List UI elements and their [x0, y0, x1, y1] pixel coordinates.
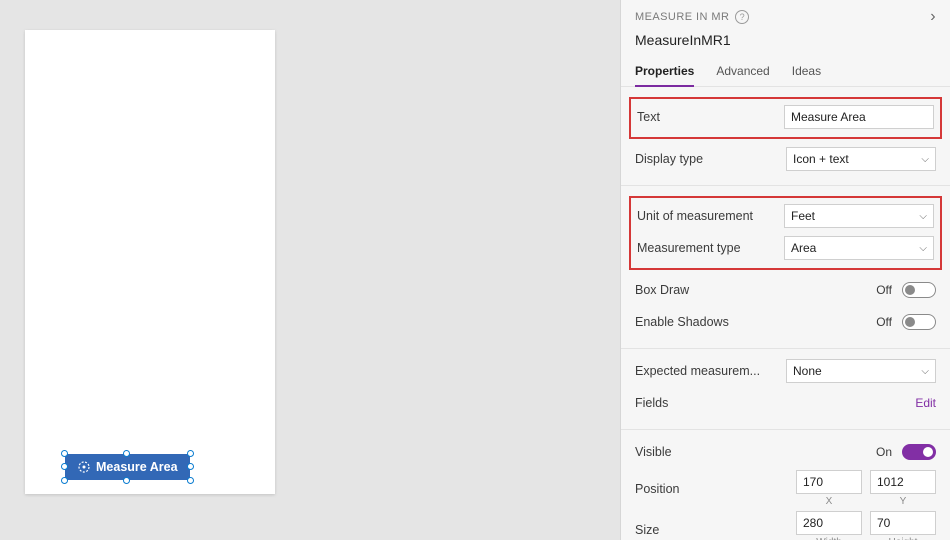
- unit-value: Feet: [791, 209, 815, 223]
- group-measure: Unit of measurement Feet ⌵ Measurement t…: [621, 186, 950, 349]
- tab-ideas[interactable]: Ideas: [792, 64, 821, 86]
- resize-handle[interactable]: [61, 477, 68, 484]
- fields-edit-link[interactable]: Edit: [915, 396, 936, 410]
- meas-type-label: Measurement type: [637, 241, 767, 255]
- chevron-down-icon: ⌵: [919, 211, 927, 222]
- group-layout: Visible On Position X Y: [621, 430, 950, 540]
- measure-icon: [77, 460, 91, 474]
- measure-area-button[interactable]: Measure Area: [65, 454, 190, 480]
- group-expected: Expected measurem... None ⌵ Fields Edit: [621, 349, 950, 430]
- expected-value: None: [793, 364, 822, 378]
- shadows-label: Enable Shadows: [635, 315, 765, 329]
- resize-handle[interactable]: [123, 477, 130, 484]
- width-input[interactable]: [796, 511, 862, 535]
- highlight-measure: Unit of measurement Feet ⌵ Measurement t…: [629, 196, 942, 270]
- pos-x-sublabel: X: [826, 496, 833, 507]
- size-label: Size: [635, 523, 765, 537]
- visible-state: On: [876, 445, 892, 459]
- unit-label: Unit of measurement: [637, 209, 767, 223]
- text-label: Text: [637, 110, 767, 124]
- height-input[interactable]: [870, 511, 936, 535]
- display-type-select[interactable]: Icon + text ⌵: [786, 147, 936, 171]
- position-x-input[interactable]: [796, 470, 862, 494]
- boxdraw-toggle[interactable]: [902, 282, 936, 298]
- position-y-input[interactable]: [870, 470, 936, 494]
- chevron-down-icon: ⌵: [921, 366, 929, 377]
- visible-toggle[interactable]: [902, 444, 936, 460]
- resize-handle[interactable]: [187, 463, 194, 470]
- chevron-down-icon: ⌵: [921, 154, 929, 165]
- help-icon[interactable]: ?: [735, 10, 749, 24]
- meas-type-select[interactable]: Area ⌵: [784, 236, 934, 260]
- shadows-state: Off: [876, 315, 892, 329]
- unit-select[interactable]: Feet ⌵: [784, 204, 934, 228]
- properties-panel: MEASURE IN MR ? › MeasureInMR1 Propertie…: [620, 0, 950, 540]
- position-label: Position: [635, 482, 765, 496]
- panel-header: MEASURE IN MR ? › MeasureInMR1: [621, 0, 950, 52]
- tab-bar: Properties Advanced Ideas: [621, 52, 950, 87]
- pos-y-sublabel: Y: [900, 496, 907, 507]
- resize-handle[interactable]: [187, 450, 194, 457]
- expected-select[interactable]: None ⌵: [786, 359, 936, 383]
- chevron-right-icon[interactable]: ›: [930, 8, 936, 26]
- object-name: MeasureInMR1: [635, 32, 936, 48]
- control-type-label: MEASURE IN MR: [635, 11, 729, 23]
- visible-label: Visible: [635, 445, 765, 459]
- text-input[interactable]: [784, 105, 934, 129]
- tab-advanced[interactable]: Advanced: [716, 64, 769, 86]
- resize-handle[interactable]: [123, 450, 130, 457]
- artboard[interactable]: Measure Area: [25, 30, 275, 494]
- display-type-value: Icon + text: [793, 152, 849, 166]
- chevron-down-icon: ⌵: [919, 243, 927, 254]
- group-text-display: Text Display type Icon + text ⌵: [621, 87, 950, 186]
- fields-label: Fields: [635, 396, 765, 410]
- resize-handle[interactable]: [187, 477, 194, 484]
- highlight-text: Text: [629, 97, 942, 139]
- expected-label: Expected measurem...: [635, 364, 765, 378]
- meas-type-value: Area: [791, 241, 816, 255]
- display-type-label: Display type: [635, 152, 765, 166]
- resize-handle[interactable]: [61, 450, 68, 457]
- resize-handle[interactable]: [61, 463, 68, 470]
- shadows-toggle[interactable]: [902, 314, 936, 330]
- canvas-area[interactable]: Measure Area: [0, 0, 620, 540]
- boxdraw-label: Box Draw: [635, 283, 765, 297]
- measure-button-label: Measure Area: [96, 460, 178, 474]
- boxdraw-state: Off: [876, 283, 892, 297]
- tab-properties[interactable]: Properties: [635, 64, 694, 87]
